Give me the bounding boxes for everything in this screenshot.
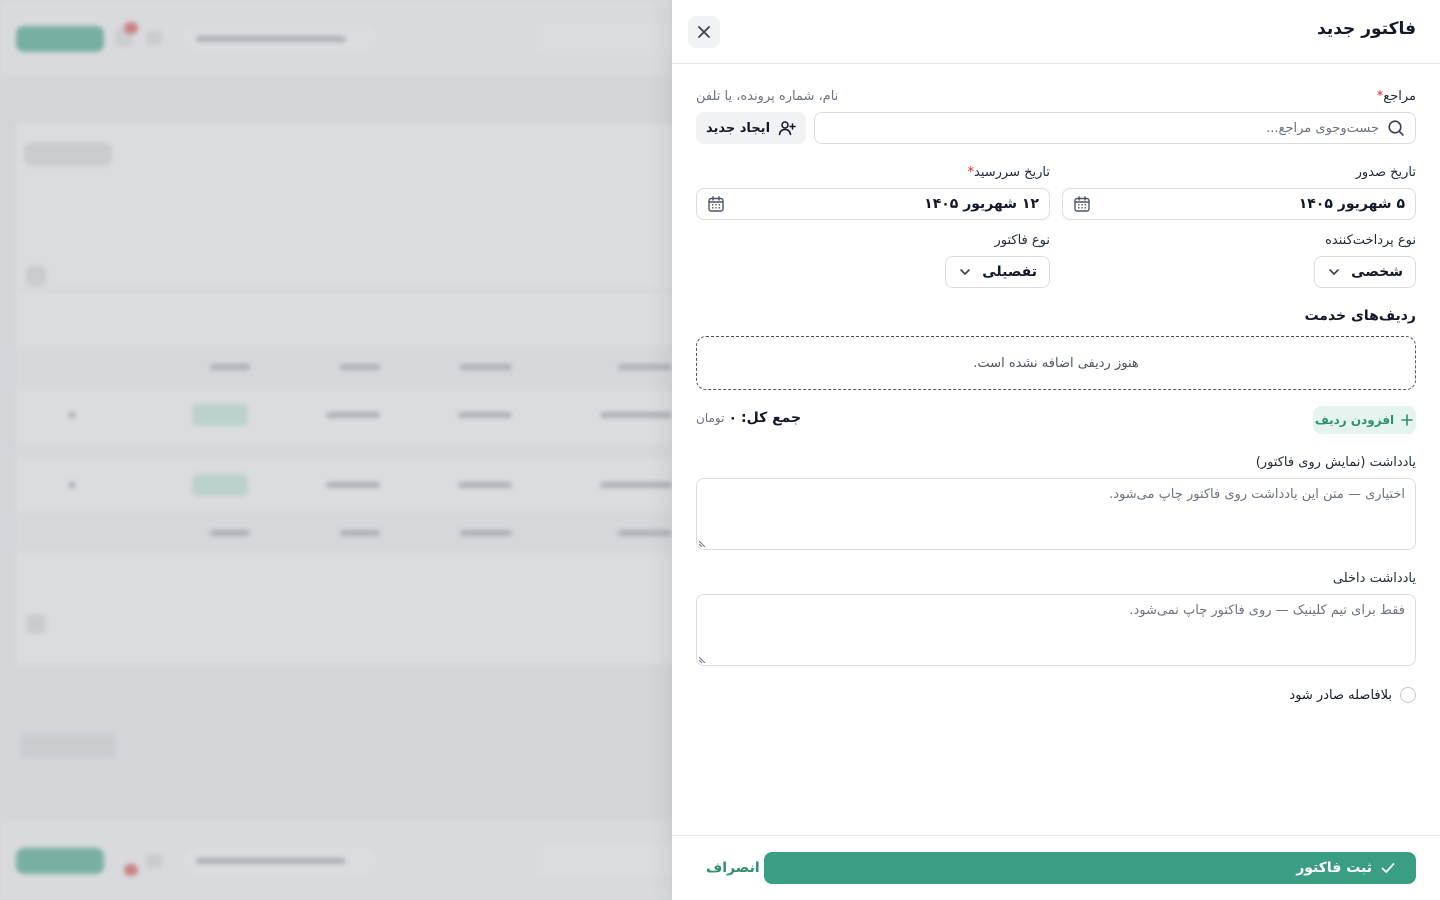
new-invoice-drawer: فاکتور جدید مراجع* نام، شماره پرونده، یا… bbox=[672, 0, 1440, 900]
issue-date-label: تاریخ صدور bbox=[1355, 165, 1416, 180]
issue-date-input[interactable]: ۵ شهریور ۱۴۰۵ bbox=[1062, 188, 1416, 220]
submit-invoice-label: ثبت فاکتور bbox=[1296, 860, 1372, 876]
chevron-down-icon bbox=[960, 269, 971, 275]
submit-invoice-button[interactable]: ثبت فاکتور bbox=[764, 852, 1416, 884]
due-date-input[interactable]: ۱۲ شهریور ۱۴۰۵ bbox=[696, 188, 1050, 220]
total-unit: تومان bbox=[696, 411, 725, 425]
plus-icon bbox=[1401, 414, 1413, 426]
service-rows-empty-text: هنوز ردیفی اضافه نشده است. bbox=[973, 355, 1139, 371]
resize-handle-icon[interactable] bbox=[699, 539, 707, 547]
payer-type-select[interactable]: شخصی bbox=[1314, 256, 1416, 288]
drawer-footer: ثبت فاکتور انصراف bbox=[672, 835, 1440, 900]
add-row-label: افزودن ردیف bbox=[1314, 413, 1395, 427]
patient-search-placeholder: جست‌وجوی مراجع... bbox=[1266, 120, 1379, 136]
due-date-label: تاریخ سررسید* bbox=[966, 165, 1050, 180]
patient-search-input[interactable]: جست‌وجوی مراجع... bbox=[814, 112, 1416, 144]
calendar-icon[interactable] bbox=[1073, 195, 1091, 213]
patient-label-text: مراجع bbox=[1383, 89, 1416, 104]
issue-immediately-toggle[interactable]: بلافاصله صادر شود bbox=[1289, 687, 1416, 703]
resize-handle-icon[interactable] bbox=[699, 655, 707, 663]
invoice-total: جمع کل: ۰ تومان bbox=[696, 410, 801, 426]
internal-note-label: یادداشت داخلی bbox=[1332, 571, 1416, 586]
check-icon bbox=[1381, 863, 1395, 873]
calendar-icon[interactable] bbox=[707, 195, 725, 213]
patient-hint: نام، شماره پرونده، یا تلفن bbox=[696, 89, 839, 104]
invoice-type-select[interactable]: تفصیلی bbox=[945, 256, 1050, 288]
issue-immediately-label: بلافاصله صادر شود bbox=[1289, 687, 1392, 703]
payer-type-value: شخصی bbox=[1351, 264, 1403, 280]
drawer-title: فاکتور جدید bbox=[1317, 19, 1416, 39]
background-app bbox=[0, 0, 672, 900]
patient-label: مراجع* bbox=[1375, 89, 1416, 104]
cancel-label: انصراف bbox=[706, 860, 760, 876]
add-row-button[interactable]: افزودن ردیف bbox=[1313, 406, 1416, 434]
invoice-note-label: یادداشت (نمایش روی فاکتور) bbox=[1255, 455, 1416, 470]
service-rows-empty-state: هنوز ردیفی اضافه نشده است. bbox=[696, 336, 1416, 390]
service-rows-title: ردیف‌های خدمت bbox=[1304, 308, 1416, 324]
issue-immediately-checkbox[interactable] bbox=[1400, 687, 1416, 703]
chevron-down-icon bbox=[1329, 269, 1339, 275]
issue-date-value: ۵ شهریور ۱۴۰۵ bbox=[1298, 196, 1405, 212]
internal-note-placeholder: فقط برای تیم کلینیک — روی فاکتور چاپ نمی… bbox=[1129, 603, 1405, 618]
due-date-label-text: تاریخ سررسید bbox=[974, 165, 1050, 180]
add-user-icon bbox=[778, 121, 796, 136]
create-patient-label: ایجاد جدید bbox=[705, 120, 771, 136]
drawer-header: فاکتور جدید bbox=[672, 0, 1440, 64]
create-patient-button[interactable]: ایجاد جدید bbox=[696, 112, 806, 144]
search-icon bbox=[1388, 120, 1404, 136]
invoice-type-value: تفصیلی bbox=[982, 264, 1037, 280]
invoice-note-textarea[interactable]: اختیاری — متن این یادداشت روی فاکتور چاپ… bbox=[696, 478, 1416, 550]
close-icon bbox=[698, 26, 710, 38]
close-button[interactable] bbox=[688, 16, 720, 48]
cancel-button[interactable]: انصراف bbox=[692, 852, 774, 884]
invoice-type-label: نوع فاکتور bbox=[994, 233, 1050, 248]
due-date-value: ۱۲ شهریور ۱۴۰۵ bbox=[924, 196, 1039, 212]
payer-type-label: نوع پرداخت‌کننده bbox=[1325, 233, 1416, 248]
total-label: جمع کل: bbox=[740, 410, 802, 426]
invoice-note-placeholder: اختیاری — متن این یادداشت روی فاکتور چاپ… bbox=[1109, 487, 1405, 502]
internal-note-textarea[interactable]: فقط برای تیم کلینیک — روی فاکتور چاپ نمی… bbox=[696, 594, 1416, 666]
total-value: ۰ bbox=[728, 410, 737, 426]
modal-overlay[interactable] bbox=[0, 0, 672, 900]
